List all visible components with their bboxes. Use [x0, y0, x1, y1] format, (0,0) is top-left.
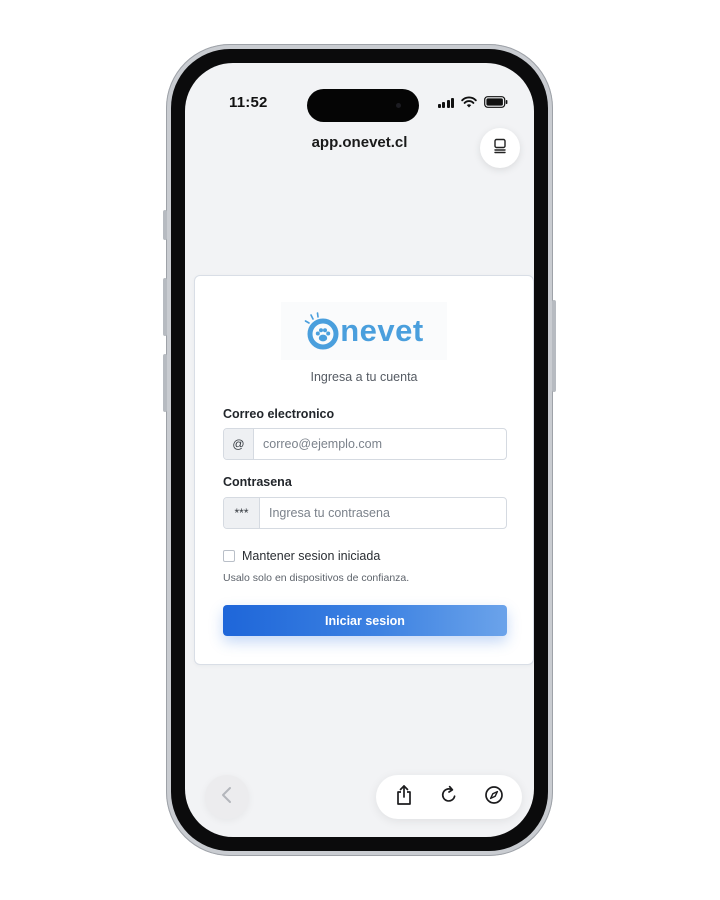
login-button[interactable]: Iniciar sesion [223, 605, 507, 636]
compass-button[interactable] [477, 780, 511, 814]
status-icons [437, 96, 509, 108]
phone-frame: 11:52 app.onevet.cl nevet Ingresa a tu c… [163, 44, 556, 856]
tabs-icon [492, 138, 508, 159]
remember-row[interactable]: Mantener sesion iniciada [223, 549, 380, 563]
password-label: Contrasena [223, 475, 292, 489]
chevron-left-icon [220, 786, 234, 809]
password-addon: *** [224, 498, 260, 528]
login-subtitle: Ingresa a tu cuenta [310, 370, 418, 384]
email-input[interactable]: correo@ejemplo.com [254, 429, 506, 459]
password-input[interactable]: Ingresa tu contrasena [260, 498, 506, 528]
phone-action-button [163, 210, 167, 240]
email-label: Correo electronico [223, 407, 335, 421]
password-field[interactable]: *** Ingresa tu contrasena [223, 497, 507, 529]
onevet-logo: nevet [281, 302, 447, 360]
camera-dot [396, 103, 401, 108]
share-icon [394, 784, 414, 811]
tabs-button[interactable] [480, 128, 520, 168]
reload-icon [439, 785, 459, 810]
screen: 11:52 app.onevet.cl nevet Ingresa a tu c… [185, 63, 534, 837]
remember-checkbox[interactable] [223, 550, 235, 562]
paw-icon [304, 312, 339, 350]
phone-power-button [552, 300, 556, 392]
phone-volume-down-button [163, 354, 167, 412]
cellular-signal-icon [437, 97, 454, 108]
email-addon: @ [224, 429, 254, 459]
phone-volume-up-button [163, 278, 167, 336]
back-button[interactable] [205, 775, 249, 819]
reload-button[interactable] [432, 780, 466, 814]
compass-icon [484, 785, 504, 810]
dynamic-island [307, 89, 419, 122]
share-button[interactable] [387, 780, 421, 814]
browser-toolbar [376, 775, 522, 819]
remember-hint: Usalo solo en dispositivos de confianza. [223, 572, 410, 584]
phone-bezel: 11:52 app.onevet.cl nevet Ingresa a tu c… [171, 49, 548, 851]
battery-icon [484, 96, 508, 108]
status-time: 11:52 [229, 94, 268, 111]
wifi-icon [461, 96, 477, 108]
login-card: nevet Ingresa a tu cuenta Correo electro… [194, 275, 534, 665]
remember-label[interactable]: Mantener sesion iniciada [242, 549, 380, 563]
email-field[interactable]: @ correo@ejemplo.com [223, 428, 507, 460]
logo-wordmark: nevet [340, 313, 424, 348]
